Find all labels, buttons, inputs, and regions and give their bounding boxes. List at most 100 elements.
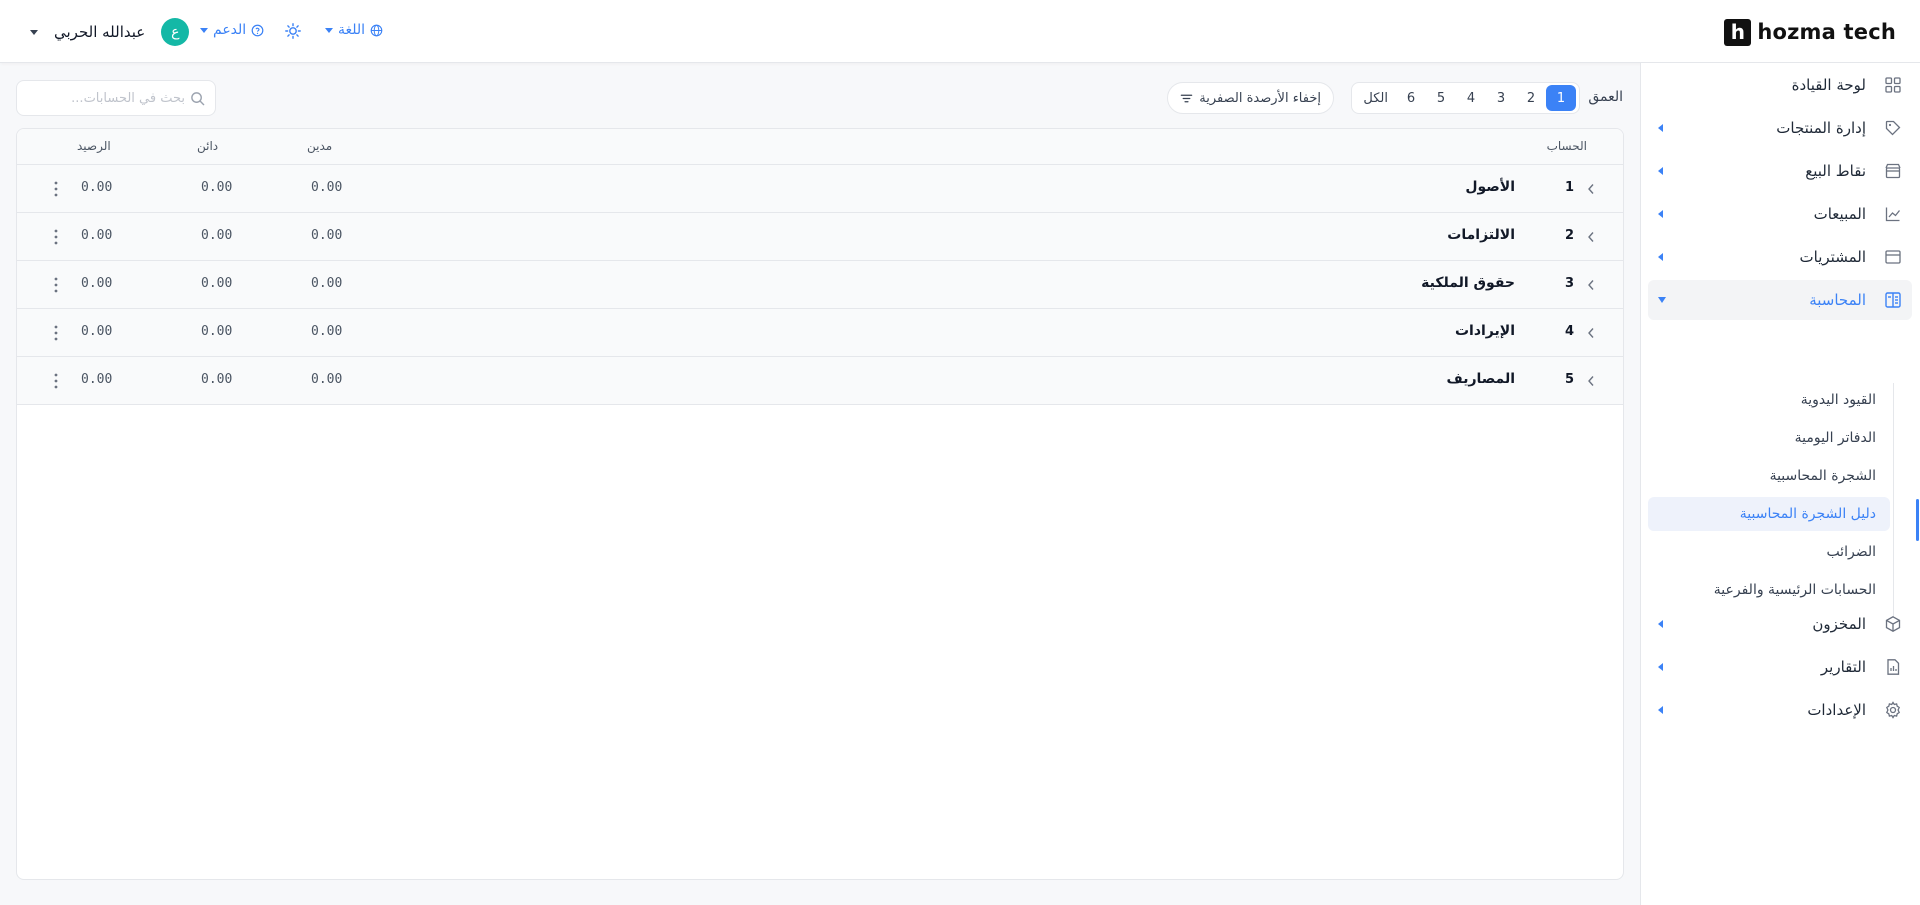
active-indicator: [1916, 499, 1919, 541]
more-options-icon[interactable]: [50, 323, 62, 343]
chevron-left-icon[interactable]: [1586, 279, 1596, 291]
submenu-main-sub-accounts[interactable]: الحسابات الرئيسية والفرعية: [1648, 573, 1890, 607]
accounting-icon: [1885, 292, 1901, 308]
more-options-icon[interactable]: [50, 179, 62, 199]
chart-line-icon: [1885, 207, 1901, 222]
expand-arrow-icon: [1658, 210, 1663, 218]
debit-value: 0.00: [311, 324, 343, 339]
submenu-label: الضرائب: [1826, 544, 1876, 560]
brand-name: hozma tech: [1757, 20, 1896, 44]
submenu-manual-entries[interactable]: القيود اليدوية: [1648, 383, 1890, 417]
column-account: الحساب: [1546, 139, 1587, 153]
credit-value: 0.00: [201, 180, 233, 195]
depth-option-all[interactable]: الكل: [1355, 85, 1396, 111]
more-options-icon[interactable]: [50, 275, 62, 295]
account-name: الالتزامات: [1447, 227, 1515, 243]
credit-value: 0.00: [201, 372, 233, 387]
depth-option-4[interactable]: 4: [1456, 85, 1486, 111]
tag-icon: [1885, 120, 1901, 136]
balance-value: 0.00: [81, 180, 113, 195]
debit-value: 0.00: [311, 228, 343, 243]
user-name: عبدالله الحربي: [54, 23, 146, 41]
expand-arrow-icon: [1658, 167, 1663, 175]
chevron-left-icon[interactable]: [1586, 327, 1596, 339]
hide-zero-balances-button[interactable]: إخفاء الأرصدة الصفرية: [1167, 82, 1334, 114]
credit-value: 0.00: [201, 276, 233, 291]
report-icon: [1887, 659, 1900, 675]
submenu-accounts-tree[interactable]: الشجرة المحاسبية: [1648, 459, 1890, 493]
hide-zero-label: إخفاء الأرصدة الصفرية: [1199, 90, 1321, 106]
sidebar-item-inventory[interactable]: المخزون: [1648, 604, 1912, 644]
more-options-icon[interactable]: [50, 371, 62, 391]
collapse-arrow-icon: [1658, 297, 1666, 303]
search-box: [16, 80, 216, 116]
sidebar: لوحة القيادة إدارة المنتجات نقاط البيع ا…: [1640, 63, 1920, 905]
sidebar-item-dashboard[interactable]: لوحة القيادة: [1648, 65, 1912, 105]
accounts-table: الحساب مدين دائن الرصيد 1 الأصول 0.00 0.…: [16, 128, 1624, 880]
expand-arrow-icon: [1658, 663, 1663, 671]
chevron-down-icon: [30, 29, 38, 35]
submenu-chart-of-accounts[interactable]: دليل الشجرة المحاسبية: [1648, 497, 1890, 531]
table-row[interactable]: 4 الإيرادات 0.00 0.00 0.00: [17, 309, 1623, 357]
search-input[interactable]: [30, 81, 185, 115]
sidebar-item-reports[interactable]: التقارير: [1648, 647, 1912, 687]
sidebar-item-purchases[interactable]: المشتريات: [1648, 237, 1912, 277]
help-icon: [251, 24, 264, 36]
dashboard-icon: [1885, 77, 1901, 93]
depth-label: العمق: [1588, 89, 1623, 105]
submenu-label: دليل الشجرة المحاسبية: [1739, 506, 1876, 522]
table-row[interactable]: 5 المصاريف 0.00 0.00 0.00: [17, 357, 1623, 405]
top-header: h hozma tech عبدالله الحربي ع الدعم اللغ…: [0, 0, 1920, 63]
user-menu[interactable]: عبدالله الحربي ع: [30, 18, 190, 46]
account-code: 3: [1564, 276, 1574, 291]
wallet-icon: [1885, 250, 1901, 264]
chevron-left-icon[interactable]: [1586, 231, 1596, 243]
submenu-journals[interactable]: الدفاتر اليومية: [1648, 421, 1890, 455]
language-menu[interactable]: اللغة: [325, 22, 383, 38]
support-menu[interactable]: الدعم: [200, 22, 264, 38]
submenu-label: الدفاتر اليومية: [1794, 430, 1876, 446]
depth-selector: 1 2 3 4 5 6 الكل: [1351, 82, 1580, 114]
credit-value: 0.00: [201, 324, 233, 339]
chevron-down-icon: [325, 27, 333, 33]
submenu-taxes[interactable]: الضرائب: [1648, 535, 1890, 569]
depth-option-5[interactable]: 5: [1426, 85, 1456, 111]
table-row[interactable]: 1 الأصول 0.00 0.00 0.00: [17, 165, 1623, 213]
chevron-left-icon[interactable]: [1586, 375, 1596, 387]
depth-option-1[interactable]: 1: [1546, 85, 1576, 111]
brand-logo[interactable]: h hozma tech: [1724, 17, 1896, 47]
depth-option-3[interactable]: 3: [1486, 85, 1516, 111]
sidebar-item-pos[interactable]: نقاط البيع: [1648, 151, 1912, 191]
account-code: 1: [1564, 180, 1574, 195]
chevron-left-icon[interactable]: [1586, 183, 1596, 195]
sidebar-item-accounting[interactable]: المحاسبة: [1648, 280, 1912, 320]
depth-option-6[interactable]: 6: [1396, 85, 1426, 111]
submenu-label: الحسابات الرئيسية والفرعية: [1713, 582, 1876, 598]
sidebar-item-label: التقارير: [1820, 658, 1866, 676]
avatar: ع: [161, 18, 190, 46]
column-debit: مدين: [307, 139, 333, 153]
sidebar-item-label: الإعدادات: [1807, 701, 1866, 719]
sidebar-item-settings[interactable]: الإعدادات: [1648, 690, 1912, 730]
more-options-icon[interactable]: [50, 227, 62, 247]
expand-arrow-icon: [1658, 620, 1663, 628]
depth-option-2[interactable]: 2: [1516, 85, 1546, 111]
sidebar-item-products[interactable]: إدارة المنتجات: [1648, 108, 1912, 148]
account-name: الإيرادات: [1454, 323, 1515, 339]
balance-value: 0.00: [81, 276, 113, 291]
sidebar-item-label: المخزون: [1812, 615, 1866, 633]
table-row[interactable]: 2 الالتزامات 0.00 0.00 0.00: [17, 213, 1623, 261]
credit-value: 0.00: [201, 228, 233, 243]
sidebar-item-sales[interactable]: المبيعات: [1648, 194, 1912, 234]
account-name: الأصول: [1465, 179, 1515, 195]
column-credit: دائن: [197, 139, 219, 153]
sidebar-item-label: المحاسبة: [1809, 291, 1866, 309]
balance-value: 0.00: [81, 324, 113, 339]
account-code: 4: [1564, 324, 1574, 339]
table-row[interactable]: 3 حقوق الملكية 0.00 0.00 0.00: [17, 261, 1623, 309]
balance-value: 0.00: [81, 228, 113, 243]
column-balance: الرصيد: [77, 139, 111, 153]
theme-toggle-icon[interactable]: [285, 23, 301, 39]
account-code: 2: [1564, 228, 1574, 243]
expand-arrow-icon: [1658, 706, 1663, 714]
